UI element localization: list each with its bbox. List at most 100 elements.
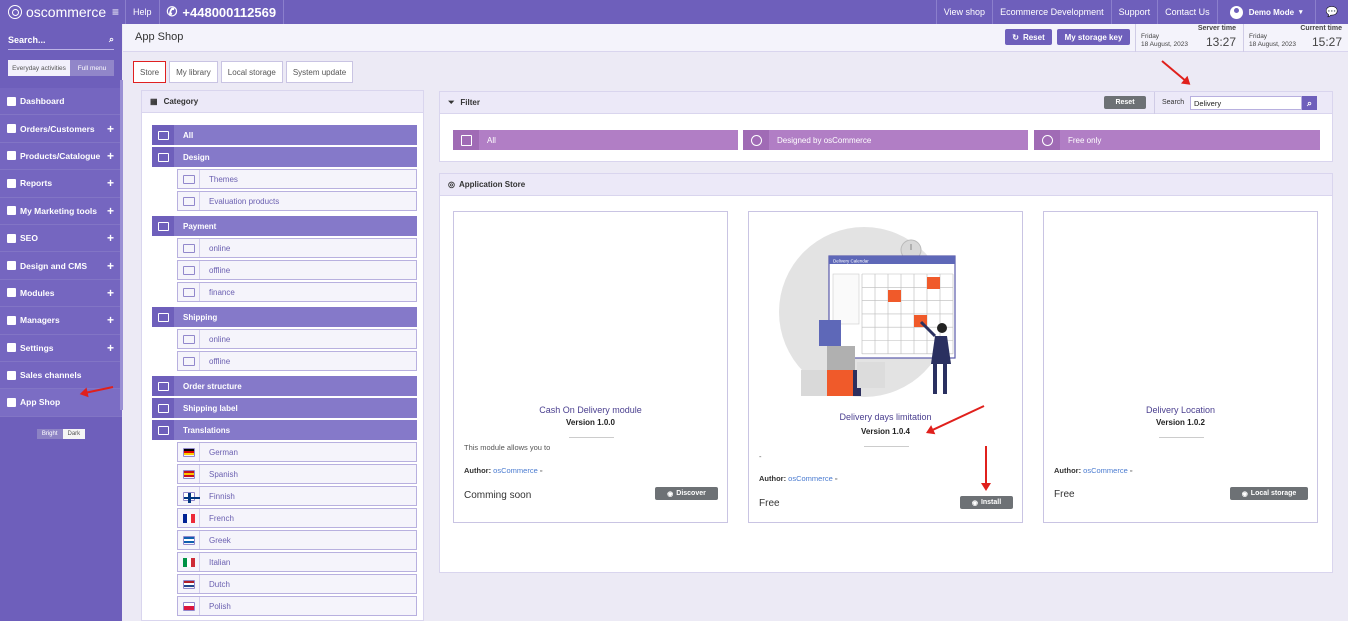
- author-link[interactable]: osCommerce: [788, 474, 833, 483]
- subcategory-french[interactable]: French: [177, 508, 417, 528]
- category-payment[interactable]: Payment: [152, 216, 417, 236]
- phone-number[interactable]: ✆ +448000112569: [160, 0, 285, 24]
- dutch-flag-icon: [178, 575, 200, 593]
- brand-logo[interactable]: oscommerce ≡: [0, 0, 126, 24]
- theme-dark[interactable]: Dark: [62, 428, 86, 439]
- subcategory-german[interactable]: German: [177, 442, 417, 462]
- sidebar-item-seo[interactable]: SEO +: [0, 224, 122, 253]
- sidebar-item-design-and-cms[interactable]: Design and CMS +: [0, 252, 122, 280]
- my-marketing-tools-icon: [7, 206, 16, 216]
- sidebar-item-modules[interactable]: Modules +: [0, 279, 122, 308]
- sidebar-nav: Dashboard Orders/Customers + Products/Catal…: [0, 88, 122, 417]
- application-store-header: ◎ Application Store: [440, 174, 1332, 196]
- modules-icon: [7, 288, 16, 298]
- view-shop-link[interactable]: View shop: [935, 0, 992, 24]
- subcategory-finnish[interactable]: Finnish: [177, 486, 417, 506]
- sidebar-item-label: Design and CMS: [20, 260, 88, 271]
- sidebar-item-app-shop[interactable]: App Shop: [0, 389, 122, 417]
- app-name[interactable]: Cash On Delivery module: [454, 405, 727, 415]
- products-catalogue-icon: [7, 151, 16, 161]
- subcategory-themes[interactable]: Themes: [177, 169, 417, 189]
- search-label: Search: [1162, 99, 1185, 106]
- sidebar-search[interactable]: Search... ⌕: [8, 30, 114, 50]
- filter-designed-by-oscommerce-button[interactable]: Designed by osCommerce: [743, 130, 1028, 150]
- tab-my-library[interactable]: My library: [169, 61, 218, 83]
- author-link[interactable]: osCommerce: [493, 466, 538, 475]
- sidebar-item-managers[interactable]: Managers +: [0, 307, 122, 335]
- tab-system-update[interactable]: System update: [285, 61, 354, 83]
- current-date: Friday 18 August, 2023: [1249, 33, 1296, 48]
- filter-reset-button[interactable]: Reset: [1104, 96, 1146, 109]
- subcategory-evaluation-products[interactable]: Evaluation products: [177, 191, 417, 211]
- oscommerce-icon: [743, 130, 769, 150]
- subcategory-offline[interactable]: offline: [177, 260, 417, 280]
- category-label: Payment: [183, 221, 217, 231]
- user-menu[interactable]: Demo Mode ▾: [1216, 0, 1315, 24]
- support-link[interactable]: Support: [1110, 0, 1158, 24]
- page-title: App Shop: [135, 31, 184, 43]
- subcategory-label: finance: [209, 287, 235, 297]
- sidebar-item-dashboard[interactable]: Dashboard: [0, 88, 122, 116]
- sidebar-item-sales-channels[interactable]: Sales channels: [0, 361, 122, 390]
- category-order-structure[interactable]: Order structure: [152, 376, 417, 396]
- category-shipping-label[interactable]: Shipping label: [152, 398, 417, 418]
- reports-icon: [7, 178, 16, 188]
- everyday-activities-toggle[interactable]: Everyday activities: [8, 60, 70, 76]
- subcategory-online[interactable]: online: [177, 329, 417, 349]
- app-card-delivery-days-limitation[interactable]: Delivery Calendar Delivery days limitati…: [748, 211, 1023, 523]
- subcategory-polish[interactable]: Polish: [177, 596, 417, 616]
- ecommerce-development-link[interactable]: Ecommerce Development: [992, 0, 1111, 24]
- subcategory-italian[interactable]: Italian: [177, 552, 417, 572]
- sidebar-search-input[interactable]: Search...: [8, 35, 46, 45]
- theme-bright[interactable]: Bright: [36, 428, 63, 439]
- subcategory-spanish[interactable]: Spanish: [177, 464, 417, 484]
- sidebar-item-reports[interactable]: Reports +: [0, 170, 122, 198]
- author-link[interactable]: osCommerce: [1083, 466, 1128, 475]
- sidebar-scrollbar[interactable]: [120, 80, 123, 410]
- discover-button[interactable]: ◉ Discover: [655, 487, 718, 500]
- sidebar-item-my-marketing-tools[interactable]: My Marketing tools +: [0, 197, 122, 225]
- full-menu-toggle[interactable]: Full menu: [70, 60, 114, 76]
- sidebar-item-products-catalogue[interactable]: Products/Catalogue +: [0, 142, 122, 171]
- local-storage-button[interactable]: ◉ Local storage: [1230, 487, 1308, 500]
- hamburger-icon[interactable]: ≡: [112, 5, 119, 19]
- filter-header: ⏷ Filter Reset Search Delivery ⌕: [440, 92, 1332, 114]
- subcategory-online[interactable]: online: [177, 238, 417, 258]
- subcategory-label: Themes: [209, 174, 238, 184]
- my-storage-key-button[interactable]: My storage key: [1057, 29, 1130, 45]
- subcategory-label: Greek: [209, 535, 231, 545]
- app-card-delivery-location[interactable]: Delivery Location Version 1.0.2 Author: …: [1043, 211, 1318, 523]
- category-shipping[interactable]: Shipping: [152, 307, 417, 327]
- filter-free-only-button[interactable]: Free only: [1034, 130, 1320, 150]
- filter-all-button[interactable]: All: [453, 130, 738, 150]
- subcategory-offline[interactable]: offline: [177, 351, 417, 371]
- app-name[interactable]: Delivery Location: [1044, 405, 1317, 415]
- help-link[interactable]: Help: [126, 0, 160, 24]
- install-button[interactable]: ◉ Install: [960, 496, 1013, 509]
- subcategory-finance[interactable]: finance: [177, 282, 417, 302]
- filter-panel: ⏷ Filter Reset Search Delivery ⌕ All Des…: [439, 91, 1333, 162]
- expand-icon: +: [106, 148, 114, 163]
- subcategory-greek[interactable]: Greek: [177, 530, 417, 550]
- filter-search-button[interactable]: ⌕: [1302, 96, 1317, 110]
- tab-local-storage[interactable]: Local storage: [220, 61, 283, 83]
- subcategory-label: Spanish: [209, 469, 238, 479]
- subcategory-dutch[interactable]: Dutch: [177, 574, 417, 594]
- app-name[interactable]: Delivery days limitation: [749, 412, 1022, 422]
- sidebar-item-settings[interactable]: Settings +: [0, 334, 122, 362]
- chat-icon[interactable]: 💬: [1314, 0, 1348, 24]
- reset-button[interactable]: ↻ Reset: [1005, 29, 1052, 45]
- sidebar-item-orders-customers[interactable]: Orders/Customers +: [0, 115, 122, 143]
- category-design[interactable]: Design: [152, 147, 417, 167]
- menu-mode-toggle: Everyday activities Full menu: [8, 60, 114, 76]
- category-all[interactable]: All: [152, 125, 417, 145]
- app-shop-icon: [7, 397, 16, 407]
- tab-store[interactable]: Store: [133, 61, 167, 83]
- contact-us-link[interactable]: Contact Us: [1157, 0, 1217, 24]
- category-translations[interactable]: Translations: [152, 420, 417, 440]
- filter-search-input[interactable]: Delivery: [1190, 96, 1302, 110]
- reset-button-label: Reset: [1022, 32, 1045, 42]
- design-icon: [152, 147, 174, 167]
- subcategory-label: Dutch: [209, 579, 230, 589]
- app-card-cash-on-delivery[interactable]: Cash On Delivery module Version 1.0.0 Th…: [453, 211, 728, 523]
